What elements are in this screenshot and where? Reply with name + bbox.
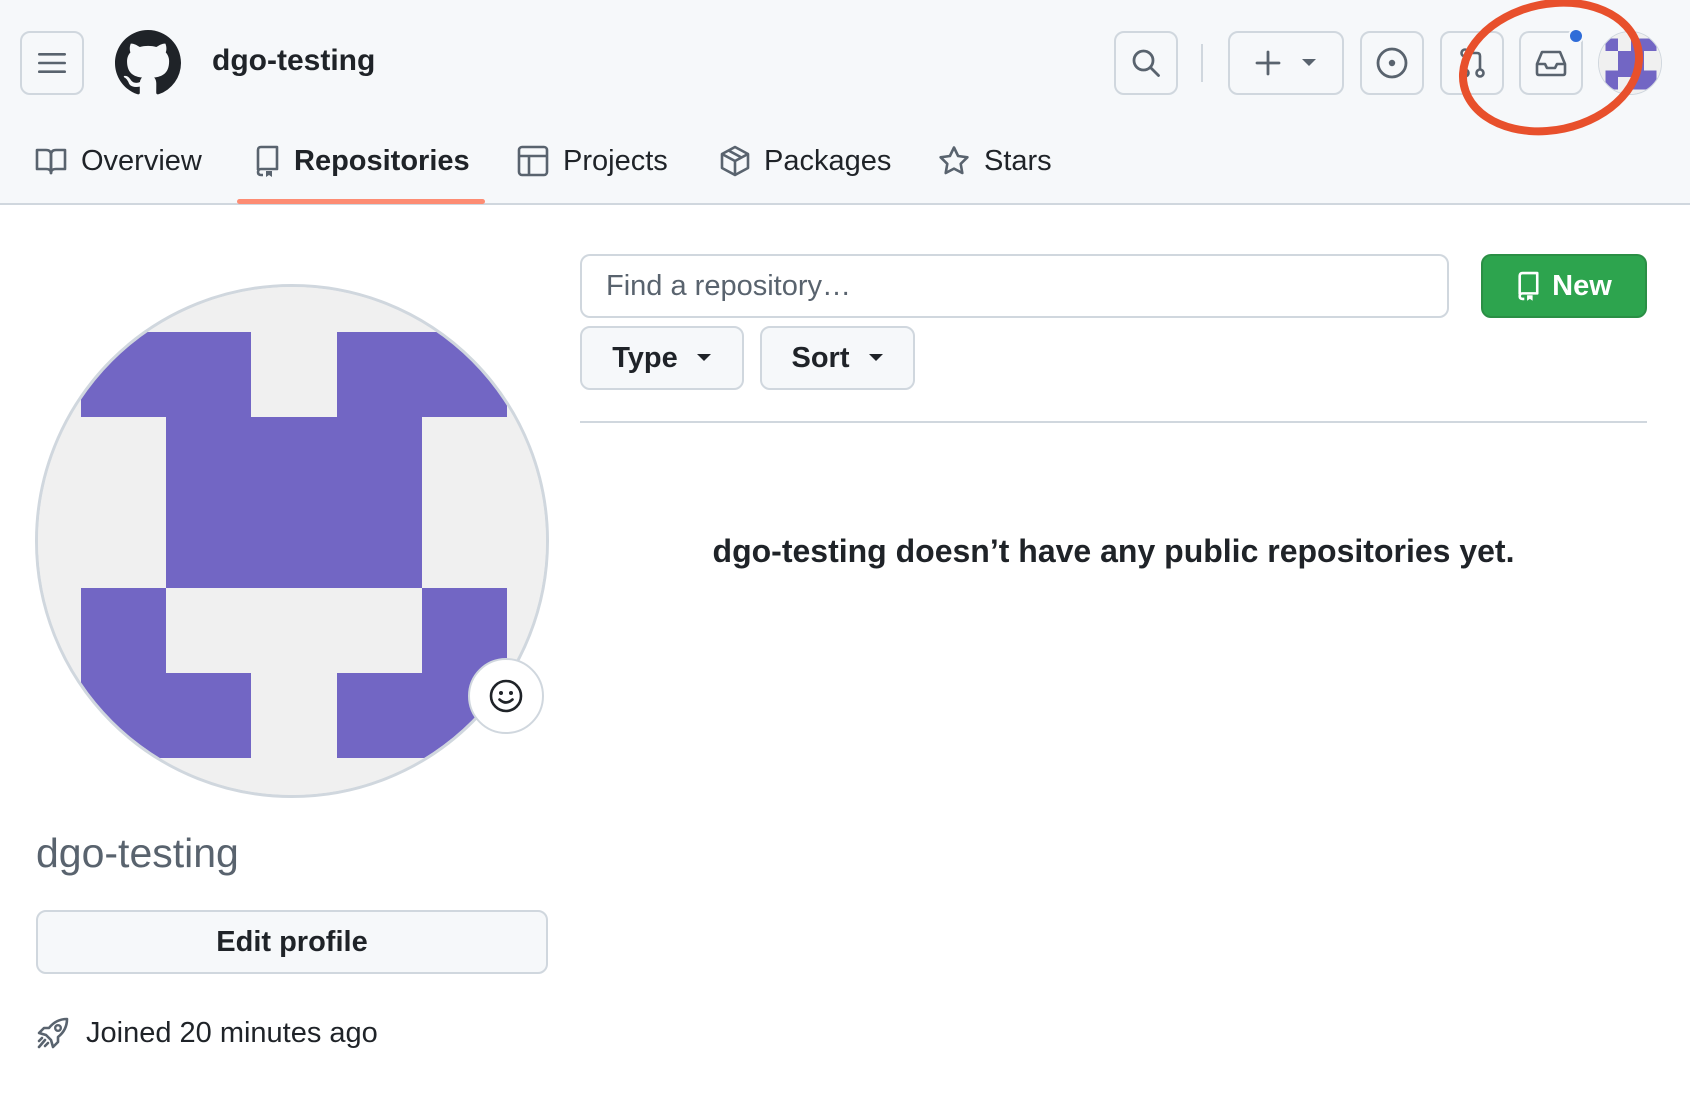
new-button-label: New	[1552, 269, 1612, 302]
triangle-down-icon	[1302, 59, 1316, 66]
tab-projects-label: Projects	[563, 144, 668, 177]
find-repository-input[interactable]	[580, 254, 1449, 318]
create-new-button[interactable]	[1228, 31, 1344, 95]
triangle-down-icon	[868, 354, 883, 361]
tab-repositories[interactable]: Repositories	[254, 138, 470, 184]
issue-opened-icon	[1376, 47, 1408, 79]
edit-profile-button[interactable]: Edit profile	[36, 910, 548, 974]
search-button[interactable]	[1114, 31, 1178, 95]
tab-stars-label: Stars	[984, 144, 1052, 177]
repo-icon	[1518, 271, 1539, 301]
sort-filter-label: Sort	[791, 341, 850, 374]
type-filter-button[interactable]: Type	[580, 326, 744, 390]
search-icon	[1132, 49, 1160, 77]
github-mark-icon[interactable]	[115, 30, 181, 96]
tab-projects[interactable]: Projects	[517, 138, 668, 184]
selected-tab-underline	[237, 199, 485, 204]
profile-avatar[interactable]	[35, 284, 549, 798]
tab-repositories-label: Repositories	[294, 144, 470, 177]
plus-icon	[1255, 50, 1281, 76]
header-divider	[1201, 44, 1203, 82]
package-icon	[720, 145, 750, 177]
repo-icon	[256, 145, 279, 177]
smiley-icon	[489, 679, 523, 713]
tab-overview[interactable]: Overview	[35, 138, 202, 184]
star-icon	[939, 146, 969, 175]
joined-info: Joined 20 minutes ago	[36, 1016, 378, 1050]
tab-stars[interactable]: Stars	[938, 138, 1052, 184]
profile-login: dgo-testing	[36, 830, 239, 876]
tab-overview-label: Overview	[81, 144, 202, 177]
issues-button[interactable]	[1360, 31, 1424, 95]
set-status-button[interactable]	[468, 658, 544, 734]
context-username[interactable]: dgo-testing	[212, 44, 375, 78]
book-icon	[35, 148, 67, 175]
empty-repositories-message: dgo-testing doesn’t have any public repo…	[712, 533, 1515, 569]
table-icon	[517, 145, 549, 177]
joined-text: Joined 20 minutes ago	[86, 1016, 378, 1049]
repository-list-divider	[580, 421, 1647, 423]
global-header: dgo-testing Overview Repositories Projec…	[0, 0, 1690, 205]
type-filter-label: Type	[612, 341, 678, 374]
new-repository-button[interactable]: New	[1481, 254, 1647, 318]
tab-packages-label: Packages	[764, 144, 892, 177]
sort-filter-button[interactable]: Sort	[760, 326, 915, 390]
tab-packages[interactable]: Packages	[720, 138, 891, 184]
hamburger-icon	[38, 53, 66, 73]
triangle-down-icon	[696, 354, 711, 361]
open-navigation-button[interactable]	[20, 31, 84, 95]
rocket-icon	[37, 1017, 69, 1049]
identicon-image	[38, 287, 546, 795]
red-annotation-circle	[1446, 0, 1656, 152]
